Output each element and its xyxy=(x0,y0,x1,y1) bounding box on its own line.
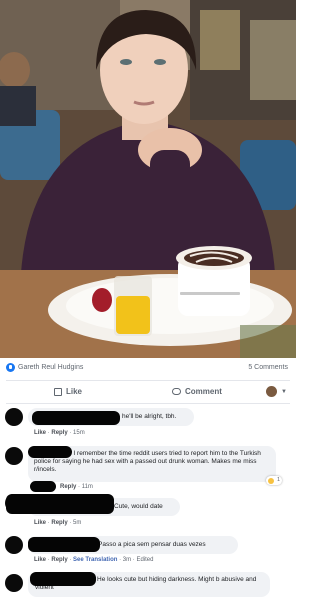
comment-1: he'll be alright, tbh. Like · Reply · 15… xyxy=(0,406,296,442)
reaction-selector[interactable]: ▼ xyxy=(266,386,287,397)
comment-like-link[interactable]: Like xyxy=(34,557,46,563)
redacted-name xyxy=(28,446,72,458)
comment-5: He looks cute but hiding darkness. Might… xyxy=(0,570,296,599)
comment-meta: Like · Reply · See Translation · 3m · Ed… xyxy=(34,557,154,563)
comment-text: he'll be alright, tbh. xyxy=(122,413,177,420)
comment-time: 3m xyxy=(122,557,132,563)
comment-meta: Like · Reply · 5m xyxy=(34,520,82,526)
reaction-count-chip[interactable]: 1 xyxy=(266,476,282,485)
comment-4: Passo a pica sem pensar duas vezes Like … xyxy=(0,534,296,568)
comment-button[interactable]: Comment xyxy=(172,387,222,396)
redacted-name xyxy=(6,494,114,514)
like-button[interactable]: Like xyxy=(54,387,82,396)
comment-3: Cute, would date Like · Reply · 5m xyxy=(0,494,296,530)
comment-time: 5m xyxy=(73,520,82,526)
like-reaction-icon xyxy=(6,363,15,372)
comments-count[interactable]: 5 Comments xyxy=(248,364,288,371)
post-actions: Like Comment ▼ xyxy=(0,381,296,403)
comment-reply-link[interactable]: Reply xyxy=(51,557,67,563)
redacted-name xyxy=(28,537,100,552)
edited-label: Edited xyxy=(136,557,154,563)
comment-text: Passo a pica sem pensar duas vezes xyxy=(98,541,206,548)
reactions-bar: Gareth Reul Hudgins 5 Comments xyxy=(0,358,296,378)
thumbs-up-icon xyxy=(54,387,62,396)
chevron-down-icon: ▼ xyxy=(281,388,287,395)
avatar[interactable] xyxy=(5,574,23,592)
comment-time: 15m xyxy=(73,430,85,436)
post-photo[interactable] xyxy=(0,0,296,358)
comment-like-link[interactable]: Like xyxy=(34,520,46,526)
like-label: Like xyxy=(66,387,83,396)
comment-reply-link[interactable]: Reply xyxy=(51,520,67,526)
comment-reply-link[interactable]: Reply xyxy=(60,484,76,490)
avatar[interactable] xyxy=(5,447,23,465)
comment-icon xyxy=(172,388,181,395)
comment-label: Comment xyxy=(185,387,222,396)
comment-text: Cute, would date xyxy=(114,503,163,510)
avatar[interactable] xyxy=(5,408,23,426)
redacted-name xyxy=(30,572,96,586)
photo-illustration xyxy=(0,0,296,358)
avatar[interactable] xyxy=(5,536,23,554)
comment-reply-link[interactable]: Reply xyxy=(51,430,67,436)
divider xyxy=(6,403,290,404)
comment-2: e I remember the time reddit users tried… xyxy=(0,444,296,492)
comment-meta: Reply · 11m xyxy=(60,484,93,490)
profile-avatar-icon xyxy=(266,386,277,397)
redaction-mark xyxy=(30,481,56,492)
comment-meta: Like · Reply · 15m xyxy=(34,430,85,436)
comment-time: 11m xyxy=(81,484,93,490)
reaction-count: 1 xyxy=(276,477,280,483)
haha-emoji-icon xyxy=(268,477,274,484)
redacted-name xyxy=(32,411,120,425)
comment-like-link[interactable]: Like xyxy=(34,430,46,436)
reacted-by-name[interactable]: Gareth Reul Hudgins xyxy=(18,364,83,371)
see-translation-link[interactable]: See Translation xyxy=(73,557,117,563)
